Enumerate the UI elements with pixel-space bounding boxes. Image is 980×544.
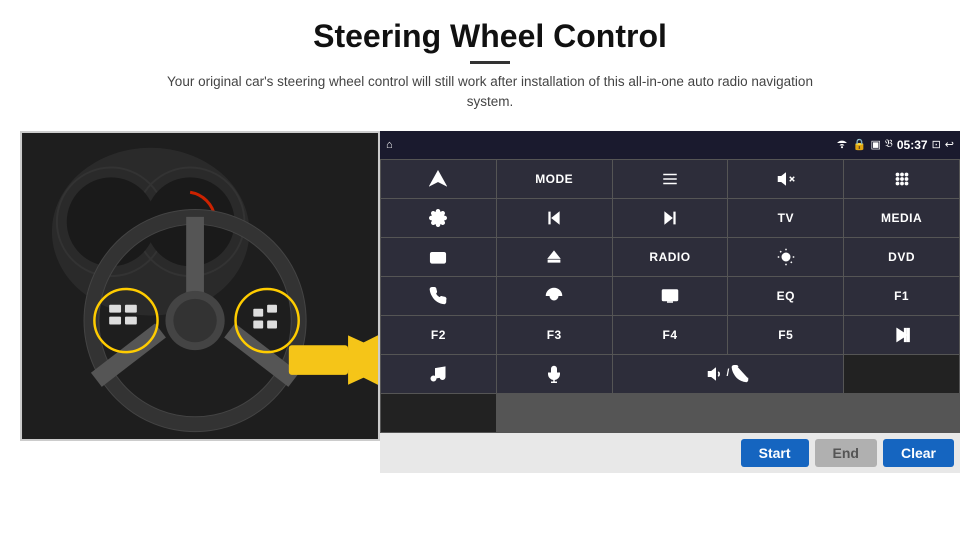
bottom-bar: Start End Clear: [380, 433, 960, 473]
end-button[interactable]: End: [815, 439, 877, 467]
content-area: ⌂ 🔒 ▣ 𝔅 05:37 ⊡ ↩: [20, 131, 960, 473]
radio-button[interactable]: RADIO: [613, 238, 728, 276]
media-button[interactable]: MEDIA: [844, 199, 959, 237]
title-section: Steering Wheel Control Your original car…: [150, 18, 830, 113]
home-icon: ⌂: [386, 139, 393, 151]
settings-button[interactable]: [381, 199, 496, 237]
apps-button[interactable]: [844, 160, 959, 198]
wifi-icon: [835, 137, 849, 152]
mode-button[interactable]: MODE: [497, 160, 612, 198]
playpause-button[interactable]: [844, 316, 959, 354]
empty-btn-1: [844, 355, 959, 393]
control-panel: ⌂ 🔒 ▣ 𝔅 05:37 ⊡ ↩: [380, 131, 960, 473]
steering-wheel-image: [20, 131, 380, 441]
empty-btn-2: [381, 394, 496, 432]
vol-phone-button[interactable]: /: [613, 355, 844, 393]
f1-button[interactable]: F1: [844, 277, 959, 315]
status-right: 🔒 ▣ 𝔅 05:37 ⊡ ↩: [835, 137, 954, 152]
sim-icon: ▣: [871, 138, 881, 151]
status-time: 05:37: [897, 138, 928, 152]
next-button[interactable]: [613, 199, 728, 237]
lock-icon: 🔒: [853, 138, 867, 151]
eject-button[interactable]: [497, 238, 612, 276]
mute-button[interactable]: [728, 160, 843, 198]
status-left: ⌂: [386, 139, 393, 151]
swipe-button[interactable]: [497, 277, 612, 315]
page-subtitle: Your original car's steering wheel contr…: [150, 72, 830, 113]
mic-button[interactable]: [497, 355, 612, 393]
f4-button[interactable]: F4: [613, 316, 728, 354]
start-button[interactable]: Start: [741, 439, 809, 467]
eq-button[interactable]: EQ: [728, 277, 843, 315]
status-bar: ⌂ 🔒 ▣ 𝔅 05:37 ⊡ ↩: [380, 131, 960, 159]
button-grid: MODE: [380, 159, 960, 433]
tv-button[interactable]: TV: [728, 199, 843, 237]
svg-text:360: 360: [433, 256, 441, 261]
prev-button[interactable]: [497, 199, 612, 237]
title-divider: [470, 61, 510, 64]
list-button[interactable]: [613, 160, 728, 198]
screen-icon: ⊡: [932, 138, 941, 151]
phone-button[interactable]: [381, 277, 496, 315]
f2-button[interactable]: F2: [381, 316, 496, 354]
cam360-button[interactable]: 360: [381, 238, 496, 276]
f5-button[interactable]: F5: [728, 316, 843, 354]
page-container: Steering Wheel Control Your original car…: [0, 0, 980, 544]
page-title: Steering Wheel Control: [150, 18, 830, 55]
back-icon: ↩: [945, 138, 954, 151]
clear-button[interactable]: Clear: [883, 439, 954, 467]
f3-button[interactable]: F3: [497, 316, 612, 354]
screen-mirror-button[interactable]: [613, 277, 728, 315]
music-button[interactable]: [381, 355, 496, 393]
dvd-button[interactable]: DVD: [844, 238, 959, 276]
bluetooth-icon: 𝔅: [885, 138, 893, 151]
nav-button[interactable]: [381, 160, 496, 198]
brightness-button[interactable]: [728, 238, 843, 276]
